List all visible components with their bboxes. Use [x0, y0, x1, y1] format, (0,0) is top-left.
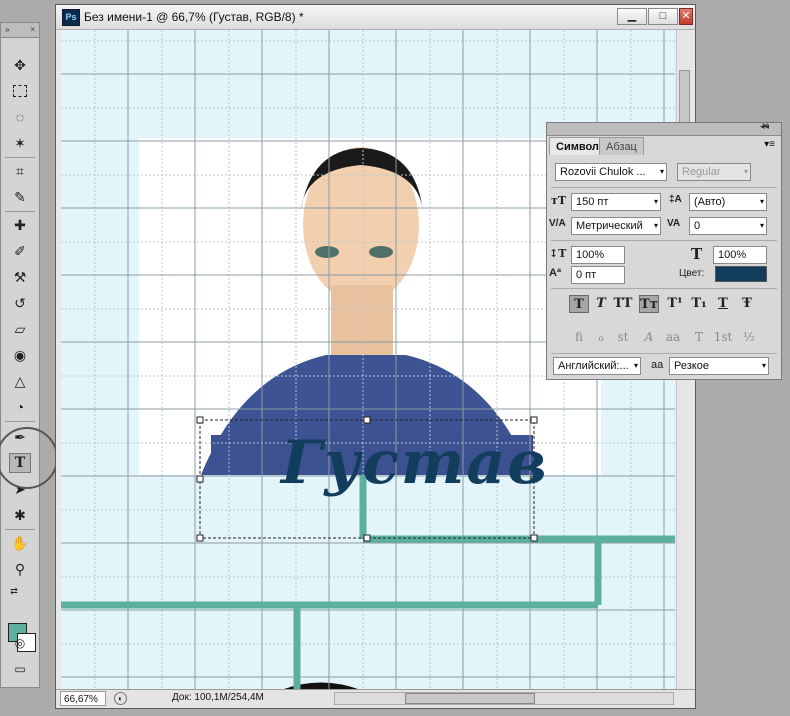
hand-icon[interactable]: ✋ [9, 533, 31, 553]
tab-character[interactable]: Символ [549, 137, 606, 155]
document-titlebar[interactable]: Ps Без имени-1 @ 66,7% (Густав, RGB/8) *… [56, 5, 695, 30]
horizontal-scrollbar[interactable] [334, 692, 674, 705]
photoshop-icon: Ps [62, 9, 80, 26]
horizontal-scroll-thumb[interactable] [405, 693, 535, 704]
swash-button[interactable]: st [613, 328, 633, 346]
text-color-swatch[interactable] [715, 266, 767, 282]
healing-brush-icon[interactable]: ✚ [9, 215, 31, 235]
maximize-button[interactable]: □ [648, 8, 678, 25]
kerning-field[interactable]: Метрический ▾ [571, 217, 661, 235]
type-tool-highlight-circle [0, 427, 58, 489]
blur-icon[interactable]: △ [9, 371, 31, 391]
zoom-icon[interactable]: ⚲ [9, 559, 31, 579]
subscript-button[interactable]: T₁ [689, 295, 709, 313]
screen-mode-icon[interactable]: ▭ [9, 659, 31, 679]
panel-header[interactable]: ◂◂ ✕ [547, 121, 781, 136]
kerning-icon: V/A [549, 218, 566, 229]
expand-icon[interactable]: » [5, 25, 9, 34]
marquee-icon[interactable] [9, 81, 31, 101]
status-bar: 66,67% ◐ Док: 100,1M/254,4M [56, 689, 695, 708]
ordinals-button[interactable]: 1st [713, 328, 733, 346]
eyedropper-icon[interactable]: ✎ [9, 187, 31, 207]
minimize-button[interactable]: ▁ [617, 8, 647, 25]
close-button[interactable]: ✕ [679, 8, 693, 25]
font-size-field[interactable]: 150 пт ▾ [571, 193, 661, 211]
vertical-scale-icon: ↕T [549, 247, 567, 260]
toolbox-panel: » × ✥ ◌ ✶ ⌗ ✎ ✚ ✐ ⚒ ↺ ▱ ◉ △ ◔ ✒ T ➤ ✱ ✋ … [0, 22, 40, 688]
tab-paragraph[interactable]: Абзац [599, 137, 644, 155]
small-caps-button[interactable]: Tт [639, 295, 659, 313]
faux-italic-button[interactable]: T [591, 295, 611, 313]
vertical-scale-field[interactable]: 100% [571, 246, 625, 264]
horizontal-scale-field[interactable]: 100% [713, 246, 767, 264]
baseline-shift-field[interactable]: 0 пт [571, 266, 625, 284]
leading-field[interactable]: (Авто) ▾ [689, 193, 767, 211]
ligatures-button[interactable]: fi [569, 328, 589, 346]
close-icon[interactable]: ✕ [761, 121, 769, 132]
old-style-button[interactable]: ℴ [591, 328, 611, 346]
faux-bold-button[interactable]: T [569, 295, 589, 313]
move-icon[interactable]: ✥ [9, 55, 31, 75]
tracking-icon: VA [667, 218, 681, 229]
paint-bucket-icon[interactable]: ◉ [9, 345, 31, 365]
quick-mask-icon[interactable]: ◎ [9, 633, 31, 653]
crop-icon[interactable]: ⌗ [9, 161, 31, 181]
superscript-button[interactable]: T¹ [665, 295, 685, 313]
baseline-shift-icon: Aª [549, 267, 562, 279]
underline-button[interactable]: T [713, 295, 733, 313]
language-select[interactable]: Английский:... ▾ [553, 357, 641, 375]
titling-alternates-button[interactable]: aa [663, 328, 683, 346]
fractions-button[interactable]: ½ [739, 328, 759, 346]
status-info-icon[interactable]: ◐ [114, 692, 127, 705]
strikethrough-button[interactable]: Ŧ [737, 295, 757, 313]
font-size-icon: ᴛT [551, 194, 567, 207]
horizontal-scale-icon: T [691, 245, 703, 263]
antialias-icon: aa [651, 359, 664, 371]
dodge-icon[interactable]: ◔ [9, 397, 31, 417]
text-layer-gustav[interactable]: Густав [281, 433, 549, 493]
tracking-field[interactable]: 0 ▾ [689, 217, 767, 235]
swap-colors-icon[interactable]: ⇄ [3, 581, 25, 601]
all-caps-button[interactable]: TT [613, 295, 633, 313]
eraser-icon[interactable]: ▱ [9, 319, 31, 339]
zoom-field[interactable]: 66,67% [60, 691, 106, 706]
document-size: Док: 100,1M/254,4M [172, 692, 264, 703]
panel-menu-icon[interactable]: ▾≡ [764, 139, 775, 150]
toolbox-header[interactable]: » × [1, 23, 39, 38]
lasso-icon[interactable]: ◌ [9, 107, 31, 127]
brush-icon[interactable]: ✐ [9, 241, 31, 261]
history-brush-icon[interactable]: ↺ [9, 293, 31, 313]
color-label: Цвет: [679, 268, 705, 279]
shape-icon[interactable]: ✱ [9, 505, 31, 525]
leading-icon: ‡A [669, 194, 682, 205]
clone-stamp-icon[interactable]: ⚒ [9, 267, 31, 287]
magic-wand-icon[interactable]: ✶ [9, 133, 31, 153]
font-family-select[interactable]: Rozovii Chulok ... ▾ [555, 163, 667, 181]
antialias-select[interactable]: Резкое ▾ [669, 357, 769, 375]
character-panel: ◂◂ ✕ Символ Абзац ▾≡ Rozovii Chulok ... ▾… [546, 121, 782, 380]
document-title: Без имени-1 @ 66,7% (Густав, RGB/8) * [84, 10, 304, 24]
close-icon[interactable]: × [30, 23, 35, 37]
ornaments-button[interactable]: T [689, 328, 709, 346]
font-style-select[interactable]: Regular ▾ [677, 163, 751, 181]
stylistic-alternates-button[interactable]: A [639, 328, 659, 346]
